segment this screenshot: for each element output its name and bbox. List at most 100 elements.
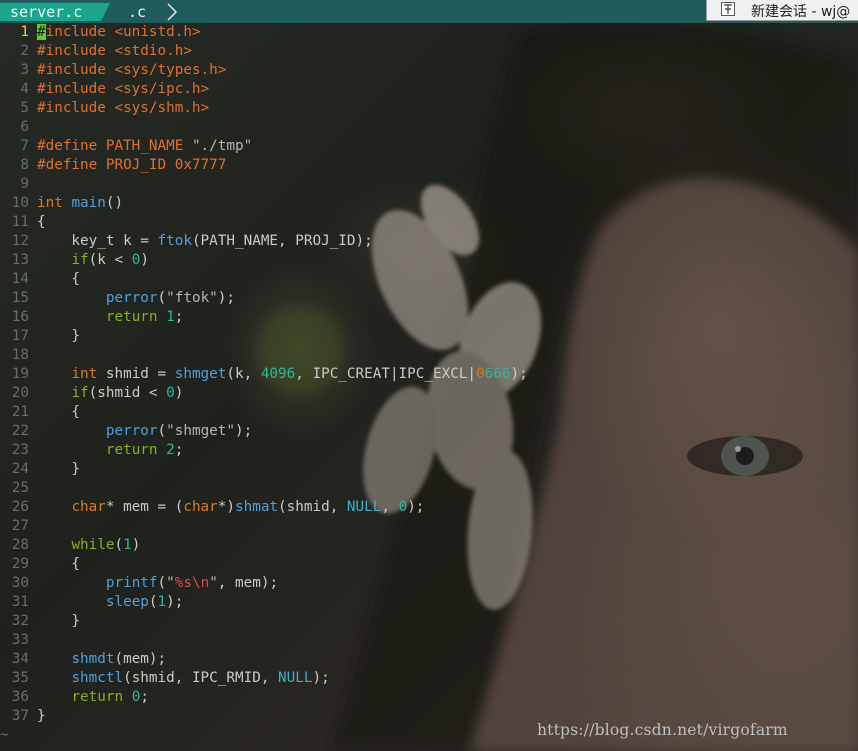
line-number: 4	[20, 81, 29, 97]
code-line[interactable]: 28 while(1)	[0, 536, 858, 555]
code-text: }	[37, 327, 80, 346]
code-token: (	[157, 423, 167, 439]
code-line[interactable]: 18	[0, 346, 858, 365]
code-line[interactable]: 26 char* mem = (char*)shmat(shmid, NULL,…	[0, 498, 858, 517]
code-text: }	[37, 460, 80, 479]
code-token: char	[71, 499, 106, 515]
code-line[interactable]: 24 }	[0, 460, 858, 479]
code-line[interactable]: 19 int shmid = shmget(k, 4096, IPC_CREAT…	[0, 365, 858, 384]
code-token: "shmget"	[166, 423, 236, 439]
code-token: return	[105, 442, 158, 458]
code-token: main	[71, 195, 106, 211]
code-line[interactable]: 3 #include <sys/types.h>	[0, 61, 858, 80]
code-line[interactable]: 6	[0, 118, 858, 137]
code-token: 0	[166, 385, 175, 401]
code-line[interactable]: 30 printf("%s\n", mem);	[0, 574, 858, 593]
code-token: perror	[105, 290, 158, 306]
code-line[interactable]: 9	[0, 175, 858, 194]
code-line[interactable]: 22 perror("shmget");	[0, 422, 858, 441]
line-number: 28	[11, 537, 29, 553]
line-number: 5	[20, 100, 29, 116]
tab-c[interactable]: .c	[128, 3, 146, 21]
code-line[interactable]: 11 {	[0, 213, 858, 232]
code-token: shmctl	[71, 670, 124, 686]
code-line[interactable]: 1 #include <unistd.h>	[0, 23, 858, 42]
code-line[interactable]: 17 }	[0, 327, 858, 346]
code-text: char* mem = (char*)shmat(shmid, NULL, 0)…	[37, 498, 424, 517]
code-line[interactable]: 32 }	[0, 612, 858, 631]
code-text: return 2;	[37, 441, 183, 460]
code-line[interactable]: 33	[0, 631, 858, 650]
code-token: )	[140, 252, 149, 268]
code-line[interactable]: 31 sleep(1);	[0, 593, 858, 612]
code-token: );	[312, 670, 330, 686]
watermark: https://blog.csdn.net/virgofarm	[537, 721, 788, 739]
code-line[interactable]: 5 #include <sys/shm.h>	[0, 99, 858, 118]
code-line[interactable]: 25	[0, 479, 858, 498]
code-token: 0	[476, 366, 485, 382]
code-line[interactable]: 10 int main()	[0, 194, 858, 213]
code-token: key_t k =	[37, 233, 158, 249]
code-line[interactable]: 14 {	[0, 270, 858, 289]
code-line[interactable]: 4 #include <sys/ipc.h>	[0, 80, 858, 99]
line-number: 34	[11, 651, 29, 667]
code-line[interactable]: 35 shmctl(shmid, IPC_RMID, NULL);	[0, 669, 858, 688]
code-text: #include <sys/shm.h>	[37, 99, 209, 118]
code-token: #define PATH_NAME	[37, 138, 192, 154]
code-line[interactable]: 15 perror("ftok");	[0, 289, 858, 308]
code-text: #define PATH_NAME "./tmp"	[37, 137, 252, 156]
code-token: , mem);	[217, 575, 279, 591]
code-token: NULL	[346, 499, 382, 515]
code-token: ;	[140, 689, 149, 705]
code-token: if	[71, 385, 89, 401]
code-line[interactable]: 16 return 1;	[0, 308, 858, 327]
line-number: 30	[11, 575, 29, 591]
line-number: 15	[11, 290, 29, 306]
line-number: 3	[20, 62, 29, 78]
code-line[interactable]: 29 {	[0, 555, 858, 574]
code-token: char	[183, 499, 218, 515]
line-number: 24	[11, 461, 29, 477]
code-token: )	[131, 537, 141, 553]
line-number: 7	[20, 138, 29, 154]
code-line[interactable]: 2 #include <stdio.h>	[0, 42, 858, 61]
code-line[interactable]: 34 shmdt(mem);	[0, 650, 858, 669]
code-token: }	[37, 708, 46, 724]
code-token: shmdt	[71, 651, 115, 667]
new-session-button[interactable]: 新建会话 - wj@	[706, 0, 858, 21]
code-line[interactable]: 20 if(shmid < 0)	[0, 384, 858, 403]
code-text: #include <sys/types.h>	[37, 61, 226, 80]
code-line[interactable]: 8 #define PROJ_ID 0x7777	[0, 156, 858, 175]
line-number: 14	[11, 271, 29, 287]
code-token: "ftok"	[166, 290, 218, 306]
line-number: 9	[20, 176, 29, 192]
code-token: #define PROJ_ID 0x7777	[37, 157, 227, 173]
tab-server-c[interactable]: server.c	[0, 3, 110, 21]
code-text: printf("%s\n", mem);	[37, 574, 278, 593]
code-line[interactable]: 13 if(k < 0)	[0, 251, 858, 270]
code-line[interactable]: 27	[0, 517, 858, 536]
code-token: 2	[166, 442, 175, 458]
line-number: 23	[11, 442, 29, 458]
code-token: 1	[166, 309, 175, 325]
code-line[interactable]: 36 return 0;	[0, 688, 858, 707]
code-line[interactable]: 23 return 2;	[0, 441, 858, 460]
code-line[interactable]: 12 key_t k = ftok(PATH_NAME, PROJ_ID);	[0, 232, 858, 251]
code-token: *)	[217, 499, 235, 515]
line-number: 35	[11, 670, 29, 686]
new-session-label: 新建会话 - wj@	[751, 4, 851, 20]
code-line[interactable]: 7 #define PATH_NAME "./tmp"	[0, 137, 858, 156]
code-text: while(1)	[37, 536, 140, 555]
code-text: perror("ftok");	[37, 289, 235, 308]
code-token: ,	[381, 499, 399, 515]
code-line[interactable]: 21 {	[0, 403, 858, 422]
